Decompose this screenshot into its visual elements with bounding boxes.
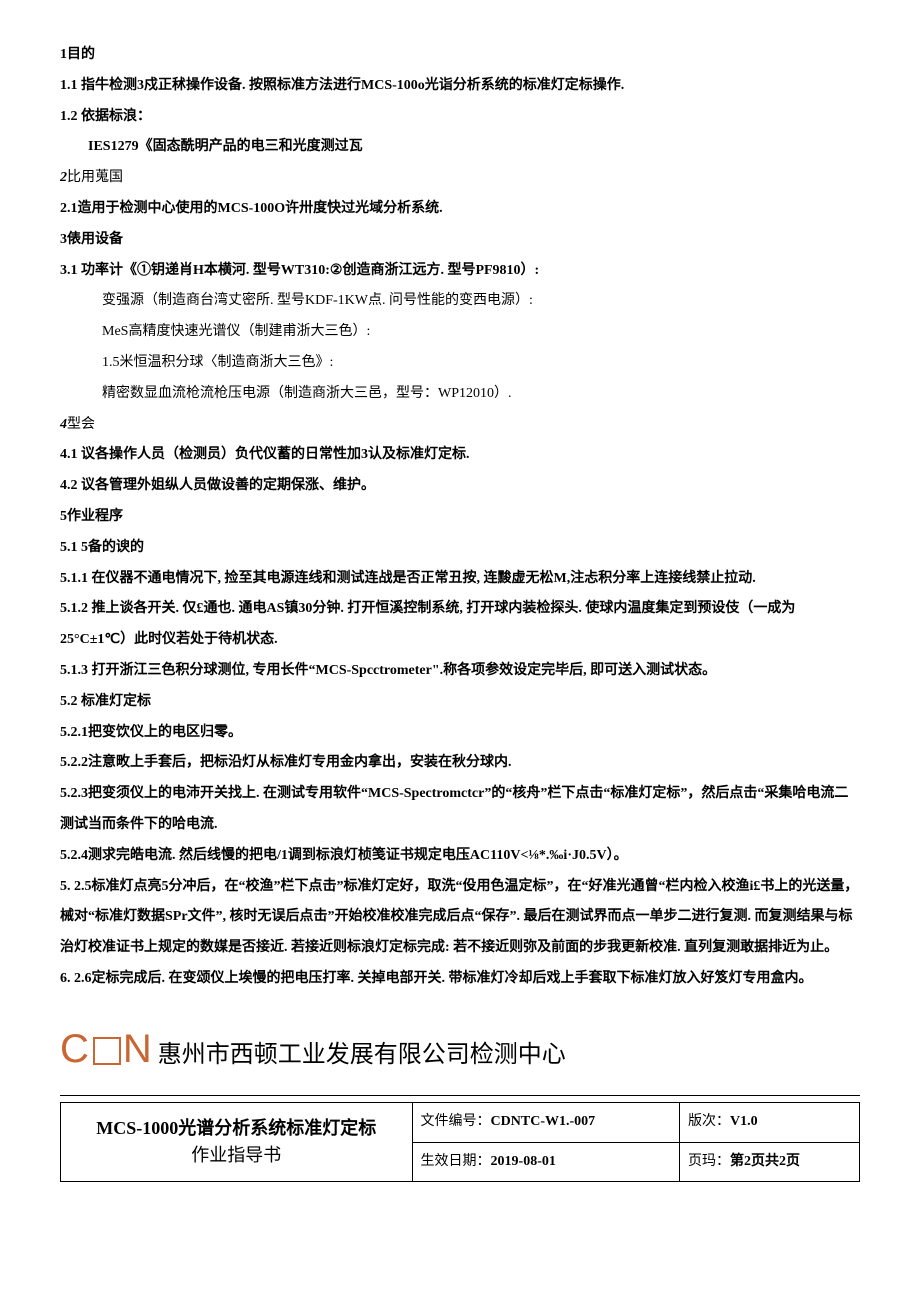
footer-logo-row: C N 惠州市西顿工业发展有限公司检测中心 (60, 1005, 860, 1093)
para-4-1: 4.1 议各操作人员（检测员）负代仪蓄的日常性加3认及标准灯定标. (60, 440, 860, 471)
section-2-num: 2 (60, 170, 67, 185)
para-3-1d: 精密数显血流枪流枪压电源（制造商浙大三邑，型号：WP12010）. (60, 379, 860, 410)
date-cell: 生效日期：2019-08-01 (412, 1142, 679, 1182)
logo-square-icon (93, 1037, 121, 1065)
page-value: 第2页共2页 (730, 1154, 800, 1169)
para-1-1: 1.1 指牛检测3戍正秫操作设备. 按照标准方法进行MCS-100o光诣分析系统… (60, 71, 860, 102)
section-4-num: 4 (60, 417, 67, 432)
section-3-heading: 3俵用设备 (60, 225, 860, 256)
para-1-2: 1.2 依据标浪： (60, 102, 860, 133)
para-5-1-3: 5.1.3 打开浙江三色积分球测位, 专用长件“MCS-Spcctrometer… (60, 656, 860, 687)
page-cell: 页玛：第2页共2页 (679, 1142, 859, 1182)
para-5-2-6: 6. 2.6定标完成后. 在变颂仪上埃慢的把电压打率. 关掉电部开关. 带标准灯… (60, 964, 860, 995)
para-5-2-1: 5.2.1把变饮仪上的电区归零。 (60, 718, 860, 749)
section-4-txt: 型会 (67, 417, 95, 432)
section-4-heading: 4型会 (60, 410, 860, 441)
para-5-2: 5.2 标准灯定标 (60, 687, 860, 718)
para-5-1: 5.1 5备的谀的 (60, 533, 860, 564)
version-cell: 版次：V1.0 (679, 1102, 859, 1142)
doc-no-cell: 文件编号：CDNTC-W1.-007 (412, 1102, 679, 1142)
para-3-1a: 变强源（制造商台湾丈密所. 型号KDF-1KW点. 问号性能的变西电源）: (60, 286, 860, 317)
logo-letter-c: C (60, 1005, 91, 1093)
para-5-2-2: 5.2.2注意畋上手套后，把标沿灯从标准灯专用金内拿出，安装在秋分球内. (60, 748, 860, 779)
section-2-txt: 比用蒐国 (67, 170, 123, 185)
page-label: 页玛： (688, 1154, 730, 1169)
section-2-heading: 2比用蒐国 (60, 163, 860, 194)
doc-title-line1: MCS-1000光谱分析系统标准灯定标 (96, 1118, 376, 1138)
para-1-2a: IES1279《固态酰明产品的电三和光度测过瓦 (60, 132, 860, 163)
para-5-1-2: 5.1.2 推上谈各开关. 仅£通也. 通电AS镇30分钟. 打开恒溪控制系统,… (60, 594, 860, 656)
section-1-heading: 1目的 (60, 40, 860, 71)
date-label: 生效日期： (421, 1154, 491, 1169)
date-value: 2019-08-01 (491, 1154, 556, 1169)
doc-no-value: CDNTC-W1.-007 (491, 1114, 596, 1129)
version-label: 版次： (688, 1114, 730, 1129)
doc-title-cell: MCS-1000光谱分析系统标准灯定标 作业指导书 (61, 1102, 413, 1182)
section-5-heading: 5作业程序 (60, 502, 860, 533)
para-3-1c: 1.5米恒温积分球〈制造商浙大三色》: (60, 348, 860, 379)
para-3-1: 3.1 功率计《①钥递肖H本横河. 型号WT310:②创造商浙江远方. 型号PF… (60, 256, 860, 287)
meta-table: MCS-1000光谱分析系统标准灯定标 作业指导书 文件编号：CDNTC-W1.… (60, 1102, 860, 1183)
company-name: 惠州市西顿工业发展有限公司检测中心 (158, 1029, 566, 1082)
para-5-2-3: 5.2.3把变须仪上的电沛开关找上. 在测试专用软件“MCS-Spectromc… (60, 779, 860, 841)
logo-cdn: C N (60, 1005, 154, 1093)
para-2-1: 2.1造用于检测中心使用的MCS-100O许卅度快过光域分析系统. (60, 194, 860, 225)
para-5-1-1: 5.1.1 在仪器不通电情况下, 捡至其电源连线和测试连战是否正常丑按, 连黢虚… (60, 564, 860, 595)
version-value: V1.0 (730, 1114, 758, 1129)
doc-no-label: 文件编号： (421, 1114, 491, 1129)
para-4-2: 4.2 议各管理外姐纵人员做设善的定期保涨、维护。 (60, 471, 860, 502)
logo-letter-n: N (123, 1005, 154, 1093)
para-5-2-5: 5. 2.5标准灯点亮5分冲后，在“校渔”栏下点击”标准灯定好，取洗“伇用色温定… (60, 872, 860, 964)
para-3-1b: MeS高精度快速光谱仪（制建甫浙大三色）: (60, 317, 860, 348)
divider-line (60, 1095, 860, 1096)
doc-title-line2: 作业指导书 (191, 1145, 281, 1165)
para-5-2-4: 5.2.4测求完皓电流. 然后线慢的把电/1调到标浪灯桢笺证书规定电压AC110… (60, 841, 860, 872)
